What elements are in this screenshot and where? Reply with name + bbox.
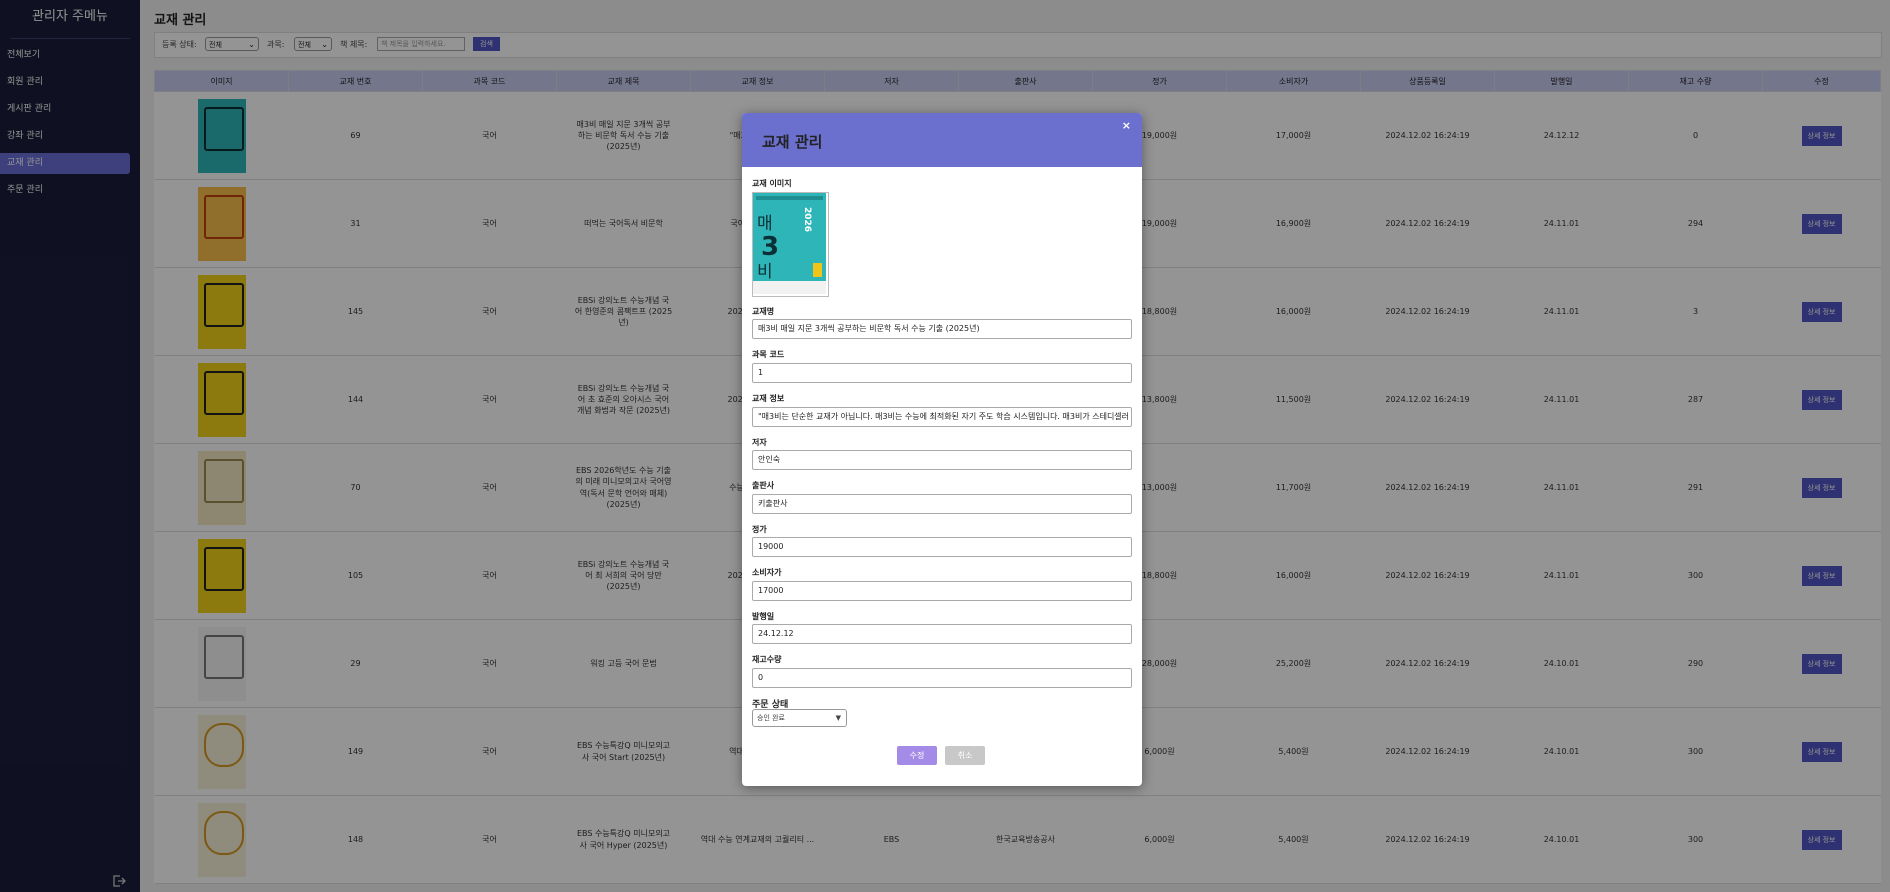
- cover-text-1: 매: [757, 214, 773, 234]
- textbook-cover-image[interactable]: 매 3 비 2026: [752, 192, 829, 297]
- submit-button[interactable]: 수정: [897, 746, 937, 765]
- code-field[interactable]: 1: [752, 363, 1132, 383]
- publisher-field[interactable]: 키출판사: [752, 494, 1132, 514]
- stock-label: 재고수량: [752, 655, 782, 664]
- book-cover-icon: 매 3 비 2026: [753, 193, 826, 294]
- author-field[interactable]: 안인숙: [752, 450, 1132, 470]
- publisher-label: 출판사: [752, 481, 775, 490]
- image-label: 교재 이미지: [752, 179, 792, 188]
- stock-field[interactable]: 0: [752, 668, 1132, 688]
- price-field[interactable]: 19000: [752, 537, 1132, 557]
- caret-down-icon: ▼: [835, 714, 841, 722]
- cover-text-2: 3: [761, 232, 779, 262]
- order-status-select[interactable]: 승인 완료 ▼: [752, 709, 847, 727]
- pubdate-field[interactable]: 24.12.12: [752, 624, 1132, 644]
- info-label: 교재 정보: [752, 394, 785, 403]
- cancel-button[interactable]: 취소: [945, 746, 985, 765]
- cover-year: 2026: [802, 207, 812, 232]
- consumer-price-field[interactable]: 17000: [752, 581, 1132, 601]
- order-status-value: 승인 완료: [757, 714, 785, 722]
- name-label: 교재명: [752, 307, 775, 316]
- consumer-price-label: 소비자가: [752, 568, 782, 577]
- cover-text-3: 비: [757, 262, 773, 282]
- modal-title: 교재 관리: [762, 133, 823, 151]
- price-label: 정가: [752, 525, 767, 534]
- author-label: 저자: [752, 438, 767, 447]
- textbook-edit-modal: 교재 관리 × 교재 이미지 매 3 비 2026 교재명 매3비 매일 지문 …: [742, 113, 1142, 786]
- close-icon[interactable]: ×: [1122, 119, 1131, 132]
- info-field[interactable]: "매3비는 단순한 교재가 아닙니다. 매3비는 수능에 최적화된 자기 주도 …: [752, 407, 1132, 427]
- pubdate-label: 발행일: [752, 612, 775, 621]
- name-field[interactable]: 매3비 매일 지문 3개씩 공부하는 비문학 독서 수능 기출 (2025년): [752, 319, 1132, 339]
- code-label: 과목 코드: [752, 350, 785, 359]
